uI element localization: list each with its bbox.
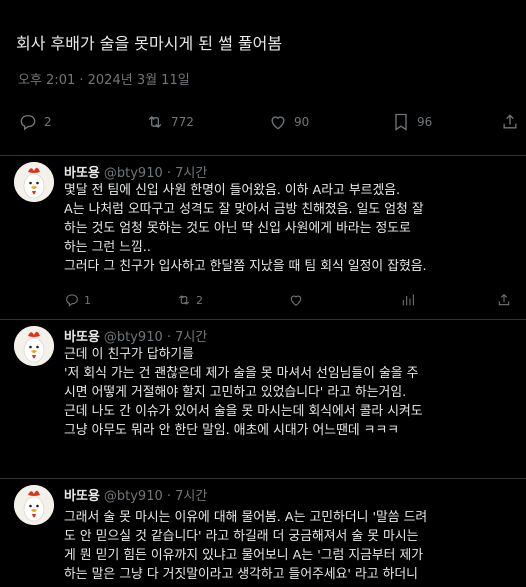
reply-header: 바또용 @bty910 · 7시간 (64, 485, 207, 504)
reply-header: 바또용 @bty910 · 7시간 (64, 326, 207, 345)
reply-icon (20, 115, 36, 131)
like-count: 90 (294, 115, 310, 129)
reply-icon (66, 294, 78, 307)
reply-line: 시면 어떻게 거절해야 할지 고민하고 있었습니다' 라고 하는거임. (64, 385, 407, 400)
reply-line: 하는 말은 그냥 다 거짓말이라고 생각하고 들어주세요' 라고 하더니 (64, 567, 418, 582)
reply-item[interactable]: 바또용 @bty910 · 7시간 몇달 전 팀에 신입 사원 한명이 들어왔음.… (0, 158, 526, 318)
author-handle[interactable]: @bty910 · 7시간 (104, 489, 207, 504)
reply-line: A는 나처럼 오따구고 성격도 잘 맞아서 금방 친해졌음. 일도 엄청 잘 (64, 202, 424, 217)
retweet-count: 772 (171, 115, 194, 129)
reply-line: 하는 그런 느낌.. (64, 240, 151, 255)
share-button[interactable] (500, 112, 520, 132)
author-handle[interactable]: @bty910 · 7시간 (104, 166, 207, 181)
retweet-count: 2 (196, 293, 203, 307)
divider (0, 319, 526, 320)
bar-chart-icon (402, 294, 414, 306)
author-name[interactable]: 바또용 (64, 330, 100, 345)
heart-icon (290, 295, 302, 306)
author-handle[interactable]: @bty910 · 7시간 (104, 330, 207, 345)
reply-line: 그래서 술 못 마시는 이유에 대해 물어봄. A는 고민하더니 '말씀 드려 (64, 510, 428, 525)
reply-line: 근데 나도 간 이슈가 있어서 술을 못 마시는데 회식에서 콜라 시켜도 (64, 404, 423, 419)
avatar[interactable] (14, 485, 54, 525)
reply-text: 근데 이 친구가 답하기를 '저 회식 가는 건 괜찮은데 제가 술을 못 마셔… (64, 345, 516, 440)
rooster-avatar-icon (14, 326, 54, 366)
reply-item[interactable]: 바또용 @bty910 · 7시간 근데 이 친구가 답하기를 '저 회식 가는 … (0, 322, 526, 477)
rooster-avatar-icon (14, 162, 54, 202)
rooster-avatar-icon (14, 485, 54, 525)
reply-count: 1 (84, 293, 91, 307)
post-timestamp[interactable]: 오후 2:01 · 2024년 3월 11일 (18, 69, 190, 88)
like-button[interactable] (288, 292, 304, 308)
reply-text: 그래서 술 못 마시는 이유에 대해 물어봄. A는 고민하더니 '말씀 드려 … (64, 508, 516, 584)
reply-count: 2 (44, 115, 52, 129)
retweet-button[interactable]: 772 (145, 112, 194, 132)
share-icon (503, 114, 517, 129)
share-button[interactable] (496, 292, 512, 308)
share-icon (498, 293, 510, 306)
reply-header: 바또용 @bty910 · 7시간 (64, 162, 207, 181)
reply-line: 도 안 믿으실 것 같습니다' 라고 하길래 더 궁금해져서 술 못 마시는 (64, 529, 419, 544)
author-name[interactable]: 바또용 (64, 166, 100, 181)
views-count: 96 (417, 115, 433, 129)
retweet-button[interactable]: 2 (176, 292, 203, 308)
reply-text: 몇달 전 팀에 신입 사원 한명이 들어왔음. 이하 A라고 부르겠음. A는 … (64, 181, 516, 276)
divider (0, 155, 526, 156)
post-stats-bar: 2 772 90 96 (0, 112, 526, 142)
retweet-icon (148, 116, 162, 128)
bookmark-icon (395, 113, 407, 131)
reply-line: 몇달 전 팀에 신입 사원 한명이 들어왔음. 이하 A라고 부르겠음. (64, 183, 401, 198)
heart-icon (271, 116, 285, 130)
divider (0, 478, 526, 479)
reply-line: '저 회식 가는 건 괜찮은데 제가 술을 못 마셔서 선임님들이 술을 주 (64, 366, 419, 381)
like-button[interactable]: 90 (268, 112, 309, 132)
reply-line: 하는 것도 엄청 못하는 것도 아닌 딱 신입 사원에게 바라는 정도로 (64, 221, 411, 236)
author-name[interactable]: 바또용 (64, 489, 100, 504)
reply-item[interactable]: 바또용 @bty910 · 7시간 그래서 술 못 마시는 이유에 대해 물어봄.… (0, 481, 526, 587)
reply-button[interactable]: 2 (18, 112, 52, 132)
bookmark-button[interactable]: 96 (391, 112, 432, 132)
avatar[interactable] (14, 326, 54, 366)
reply-line: 그냥 아무도 뭐라 안 한단 말임. 애초에 시대가 어느땐데 ㅋㅋㅋ (64, 423, 400, 438)
reply-line: 그러다 그 친구가 입사하고 한달쯤 지났을 때 팀 회식 일정이 잡혔음. (64, 259, 427, 274)
avatar[interactable] (14, 162, 54, 202)
reply-line: 근데 이 친구가 답하기를 (64, 347, 194, 362)
reply-button[interactable]: 1 (64, 292, 91, 308)
reply-actions: 1 2 (64, 292, 514, 312)
post-title: 회사 후배가 술을 못마시게 된 썰 풀어봄 (16, 34, 283, 53)
views-button[interactable] (400, 292, 416, 308)
retweet-icon (178, 295, 190, 305)
reply-line: 게 뭔 믿기 힘든 이유까지 있냐고 물어보니 A는 '그럼 지금부터 제가 (64, 548, 424, 563)
